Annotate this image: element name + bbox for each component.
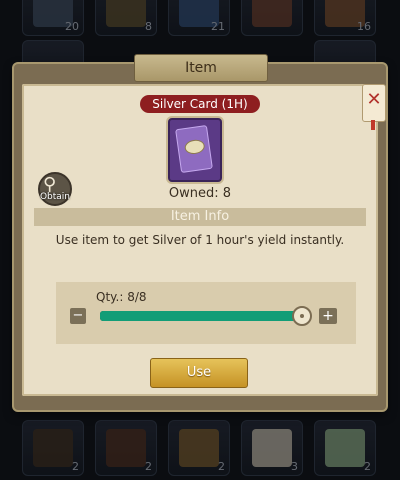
plus-icon: + [322, 308, 334, 324]
item-description: Use item to get Silver of 1 hour's yield… [55, 233, 345, 247]
silver-card-icon [168, 118, 222, 182]
plus-button[interactable]: + [319, 308, 337, 324]
card-art [175, 124, 213, 174]
owned-count: Owned: 8 [168, 186, 232, 201]
quantity-slider[interactable] [100, 311, 304, 321]
handle-dot [300, 314, 304, 318]
quantity-label: Qty.: 8/8 [96, 290, 147, 304]
slider-handle[interactable] [292, 306, 312, 326]
item-name: Silver Card (1H) [140, 95, 260, 113]
minus-button[interactable]: − [70, 308, 86, 324]
tassel-decoration [371, 120, 375, 130]
item-info-title: Item Info [170, 209, 230, 224]
slider-fill [100, 311, 304, 321]
close-icon: ✕ [366, 89, 382, 110]
close-button[interactable]: ✕ [358, 80, 388, 130]
item-info-header: Item Info [34, 208, 366, 226]
minus-icon: − [72, 308, 84, 323]
use-button[interactable]: Use [150, 358, 248, 388]
silver-ingot-icon [183, 138, 206, 156]
dialog-title: Item [134, 54, 268, 82]
